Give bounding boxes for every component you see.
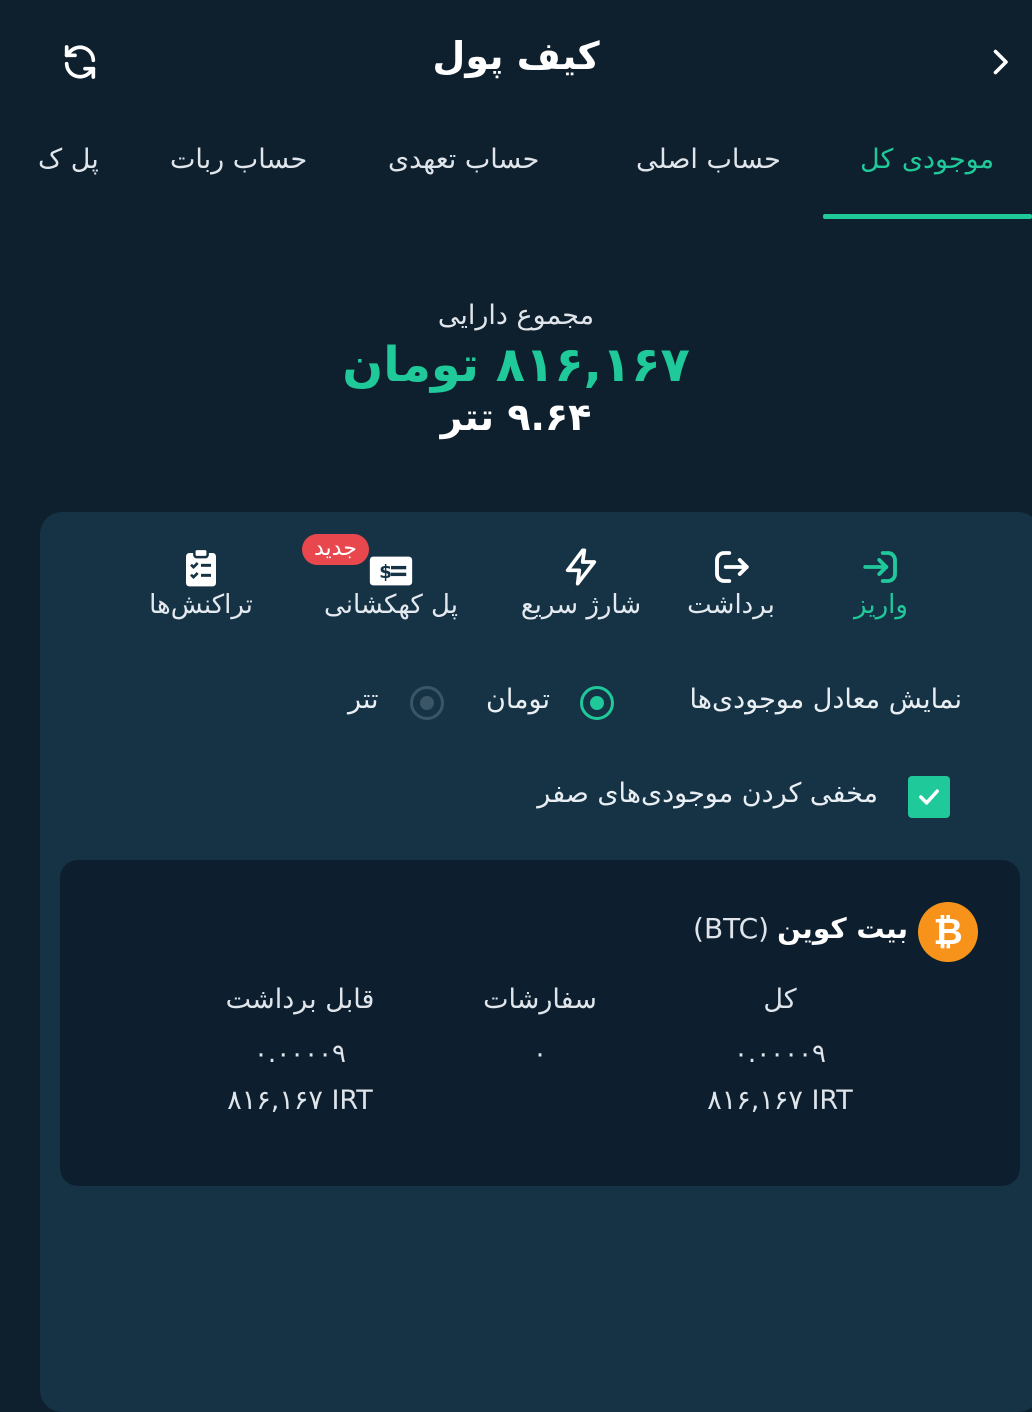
withdraw-icon (715, 551, 749, 583)
bitcoin-icon: ₿ (918, 902, 978, 962)
asset-card-btc[interactable]: ₿ بیت کوین(BTC) کل ۰.۰۰۰۰۹ ۸۱۶,۱۶۷ IRT س… (60, 860, 1020, 1186)
radio-tether-label[interactable]: تتر (348, 684, 379, 715)
total-assets-label: مجموع دارایی (437, 300, 595, 331)
withdraw-button[interactable]: برداشت (646, 542, 816, 620)
radio-toman[interactable] (580, 686, 614, 720)
radio-toman-label[interactable]: تومان (486, 684, 550, 715)
orders-amount: ۰ (533, 1039, 547, 1069)
tab-indicator (823, 214, 1032, 219)
asset-col-orders: سفارشات ۰ (410, 984, 670, 1069)
account-tabs: موجودی کل حساب اصلی حساب تعهدی حساب ربات… (0, 128, 1032, 220)
asset-name: بیت کوین(BTC) (693, 912, 908, 945)
display-equivalent-row: نمایش معادل موجودی‌ها تومان تتر (40, 682, 1032, 730)
new-badge: جدید (302, 534, 369, 565)
page-title: کیف پول (432, 34, 600, 78)
tab-main-account[interactable]: حساب اصلی (636, 144, 781, 175)
deposit-button[interactable]: واریز (796, 542, 966, 620)
total-tether-value: ۹.۶۴ تتر (440, 395, 592, 439)
galaxy-bridge-label: پل کهکشانی (324, 590, 458, 620)
withdrawable-value: ۸۱۶,۱۶۷ IRT (227, 1085, 373, 1116)
quick-charge-label: شارژ سریع (520, 590, 642, 620)
total-assets-summary: مجموع دارایی ۸۱۶,۱۶۷ تومان ۹.۶۴ تتر (0, 300, 1032, 439)
withdraw-label: برداشت (687, 590, 775, 620)
display-equivalent-label: نمایش معادل موجودی‌ها (689, 684, 962, 715)
chevron-right-icon (993, 49, 1008, 75)
svg-text:$: $ (379, 562, 392, 583)
deposit-label: واریز (854, 590, 908, 620)
quick-charge-button[interactable]: شارژ سریع (496, 542, 666, 620)
asset-name-fa: بیت کوین (777, 912, 908, 945)
clipboard-list-icon (186, 548, 216, 587)
tab-total-balance[interactable]: موجودی کل (860, 144, 994, 175)
tab-margin-account[interactable]: حساب تعهدی (388, 144, 539, 175)
total-amount: ۰.۰۰۰۰۹ (733, 1039, 827, 1069)
checkmark-icon (919, 789, 939, 805)
lightning-icon (565, 548, 597, 586)
col-header-orders: سفارشات (483, 984, 597, 1015)
back-button[interactable] (976, 38, 1024, 86)
asset-col-withdrawable: قابل برداشت ۰.۰۰۰۰۹ ۸۱۶,۱۶۷ IRT (170, 984, 430, 1116)
asset-col-total: کل ۰.۰۰۰۰۹ ۸۱۶,۱۶۷ IRT (650, 984, 910, 1116)
app-header: کیف پول (0, 0, 1032, 120)
money-bill-icon: $ (369, 556, 413, 586)
hide-zero-checkbox[interactable] (908, 776, 950, 818)
tab-bridge[interactable]: پل ک (38, 144, 99, 175)
hide-zero-label[interactable]: مخفی کردن موجودی‌های صفر (537, 778, 878, 809)
deposit-icon (863, 551, 897, 583)
radio-tether[interactable] (410, 686, 444, 720)
col-header-withdrawable: قابل برداشت (225, 984, 375, 1015)
tab-bot-account[interactable]: حساب ربات (170, 144, 307, 175)
hide-zero-row: مخفی کردن موجودی‌های صفر (40, 774, 1032, 822)
transactions-label: تراکنش‌ها (149, 590, 253, 620)
wallet-panel: واریز برداشت شارژ سریع $ پل کهکشانی جدید… (40, 512, 1032, 1412)
total-toman-value: ۸۱۶,۱۶۷ تومان (342, 337, 690, 393)
col-header-total: کل (763, 984, 797, 1015)
withdrawable-amount: ۰.۰۰۰۰۹ (253, 1039, 347, 1069)
asset-symbol: (BTC) (693, 912, 770, 945)
total-value: ۸۱۶,۱۶۷ IRT (707, 1085, 853, 1116)
transactions-button[interactable]: تراکنش‌ها (116, 542, 286, 620)
